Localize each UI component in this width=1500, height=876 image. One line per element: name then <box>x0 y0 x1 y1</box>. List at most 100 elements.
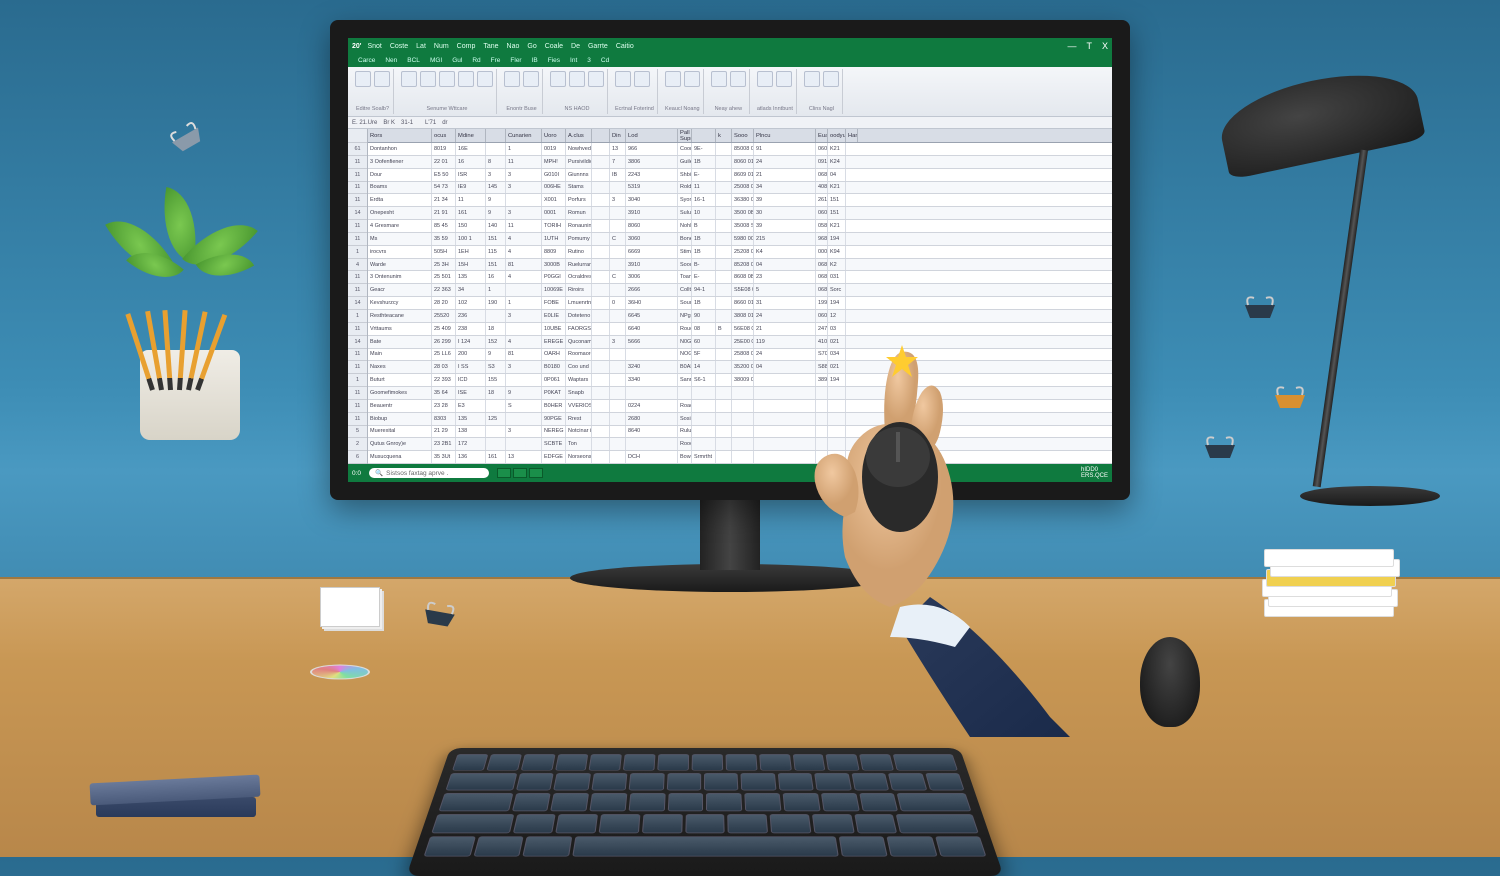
ribbon-button[interactable] <box>569 71 585 87</box>
cell[interactable]: 30 <box>754 207 816 219</box>
cell[interactable]: Doteteno <box>566 310 592 322</box>
cell[interactable]: Geacr <box>368 284 432 296</box>
cell[interactable]: 16E <box>456 143 486 155</box>
cell[interactable]: 1B <box>692 233 716 245</box>
cell[interactable]: E- <box>692 271 716 283</box>
cell[interactable]: 0000 10 <box>816 246 828 258</box>
cell[interactable] <box>610 207 626 219</box>
cell[interactable] <box>754 438 816 450</box>
cell[interactable]: 1 <box>486 284 506 296</box>
cell[interactable]: 8019 <box>432 143 456 155</box>
cell[interactable]: 215 <box>754 233 816 245</box>
cell[interactable]: 21 34 <box>432 194 456 206</box>
menu-subtab[interactable]: Cd <box>601 57 609 64</box>
cell[interactable]: 7 <box>610 156 626 168</box>
cell[interactable] <box>592 259 610 271</box>
cell[interactable]: S5E08 0E 24 <box>732 284 754 296</box>
ribbon-button[interactable] <box>634 71 650 87</box>
table-row[interactable]: 3 Oofenfiener22 0116811MPH!Pursivildicry… <box>368 156 1112 169</box>
cell[interactable] <box>506 438 542 450</box>
cell[interactable]: 25208 01O 60 <box>732 246 754 258</box>
cell[interactable]: Syom Reabiero <box>678 194 692 206</box>
formula-bar[interactable]: E. 21.UreBr K31-1L'71dr <box>348 117 1112 129</box>
cell[interactable]: B0180 <box>542 361 566 373</box>
cell[interactable] <box>716 169 732 181</box>
cell[interactable]: 200 <box>456 349 486 361</box>
cell[interactable]: 151 <box>828 194 846 206</box>
cell[interactable]: 1EH <box>456 246 486 258</box>
cell[interactable]: Ruelurrane <box>566 259 592 271</box>
cell[interactable]: 25 409 <box>432 323 456 335</box>
cell[interactable]: 8809 <box>542 246 566 258</box>
table-row[interactable]: Boams54 73IE91453006HEStams5319Rold Mome… <box>368 182 1112 195</box>
cell[interactable]: 3000B <box>542 259 566 271</box>
cell[interactable] <box>828 413 846 425</box>
cell[interactable]: E3 <box>456 400 486 412</box>
cell[interactable]: 35008 SE 40 <box>732 220 754 232</box>
cell[interactable]: Buturt <box>368 374 432 386</box>
cell[interactable]: 5F <box>692 349 716 361</box>
cell[interactable]: 9680 00 <box>816 233 828 245</box>
cell[interactable]: K24 <box>828 156 846 168</box>
cell[interactable]: 8660 010 0X <box>732 297 754 309</box>
cell[interactable]: 38009 01B 40 <box>732 374 754 386</box>
cell[interactable]: 0224 <box>626 400 678 412</box>
cell[interactable] <box>610 284 626 296</box>
cell[interactable] <box>716 438 732 450</box>
ribbon-button[interactable] <box>401 71 417 87</box>
cell[interactable]: 85 45 <box>432 220 456 232</box>
row-number[interactable]: 11 <box>348 284 367 297</box>
row-number[interactable]: 14 <box>348 336 367 349</box>
cell[interactable]: Stams <box>566 182 592 194</box>
cell[interactable] <box>716 387 732 399</box>
view-mode-buttons[interactable] <box>497 468 543 478</box>
table-row[interactable]: Beauentr23 28E3SB0HERVVERIOSI0224Road Cu… <box>368 400 1112 413</box>
cell[interactable] <box>592 143 610 155</box>
table-row[interactable]: Geacr22 36334110069ERiroirs2666Collt94-1… <box>368 284 1112 297</box>
cell[interactable]: 10069E <box>542 284 566 296</box>
cell[interactable] <box>754 387 816 399</box>
cell[interactable]: 24 <box>754 349 816 361</box>
cell[interactable]: Biobup <box>368 413 432 425</box>
cell[interactable]: 2680 <box>626 413 678 425</box>
cell[interactable]: ISR <box>456 169 486 181</box>
column-header[interactable]: oodyut <box>828 129 846 142</box>
cell[interactable]: 0680 00 <box>816 284 828 296</box>
cell[interactable]: 161 <box>456 207 486 219</box>
cell[interactable]: K4 <box>754 246 816 258</box>
cell[interactable]: EREGE <box>542 336 566 348</box>
cell[interactable]: 119 <box>754 336 816 348</box>
menu-subtab[interactable]: Fler <box>510 57 521 64</box>
cell[interactable]: 54 73 <box>432 182 456 194</box>
cell[interactable] <box>610 310 626 322</box>
cell[interactable] <box>828 438 846 450</box>
cell[interactable] <box>506 194 542 206</box>
cell[interactable]: 24 <box>754 156 816 168</box>
cell[interactable]: 18 <box>486 323 506 335</box>
spreadsheet-grid[interactable]: 6111111111141111141111141111411111111111… <box>348 129 1112 464</box>
cell[interactable]: 12 <box>828 310 846 322</box>
cell[interactable]: 3 <box>506 169 542 181</box>
cell[interactable] <box>592 297 610 309</box>
cell[interactable]: 3 <box>506 182 542 194</box>
table-row[interactable]: Warde25 3H15H151813000BRuelurrane3910Soo… <box>368 259 1112 272</box>
cell[interactable]: 021 <box>828 336 846 348</box>
cell[interactable]: E5 50 <box>432 169 456 181</box>
row-number[interactable]: 61 <box>348 143 367 156</box>
cell[interactable]: Guile <box>678 156 692 168</box>
cell[interactable]: Stim Rensthors Nhl <box>678 246 692 258</box>
menu-tab[interactable]: Lat <box>416 43 426 50</box>
cell[interactable]: 8609 010 0X <box>732 169 754 181</box>
cell[interactable]: 3 <box>610 336 626 348</box>
menu-tab[interactable]: Coste <box>390 43 408 50</box>
cell[interactable] <box>610 413 626 425</box>
cell[interactable]: 16-1 <box>692 194 716 206</box>
cell[interactable]: 100 1 <box>456 233 486 245</box>
cell[interactable]: 10 <box>692 207 716 219</box>
cell[interactable]: 3 <box>610 194 626 206</box>
cell[interactable] <box>716 336 732 348</box>
row-number[interactable]: 11 <box>348 194 367 207</box>
cell[interactable]: NohE RomrrhE <box>678 220 692 232</box>
cell[interactable]: 35 59 <box>432 233 456 245</box>
cell[interactable]: 155 <box>486 374 506 386</box>
